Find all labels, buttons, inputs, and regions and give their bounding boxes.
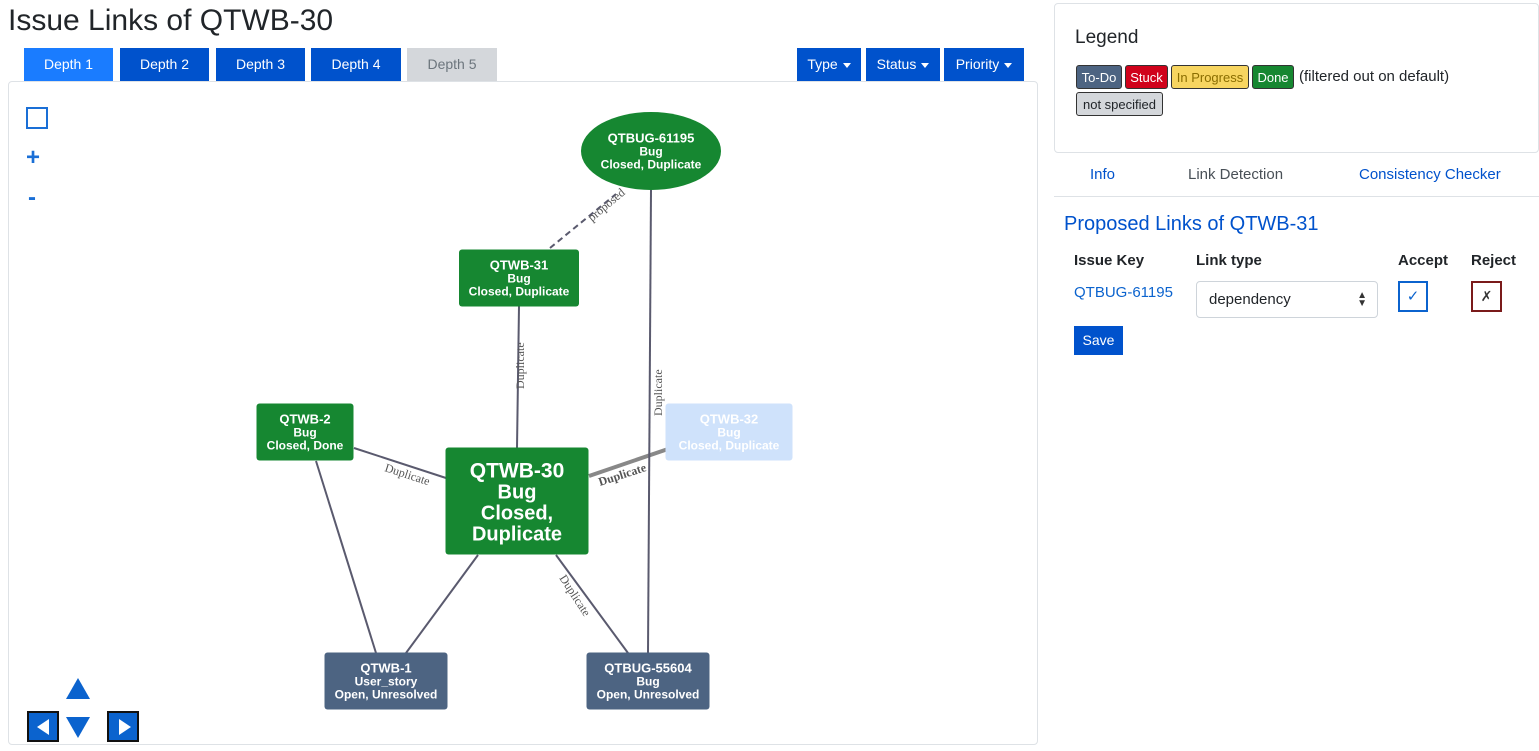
pan-down-icon[interactable] bbox=[66, 717, 90, 738]
edge-label: Duplicate bbox=[651, 369, 665, 416]
zoom-out-icon[interactable]: - bbox=[28, 186, 36, 210]
node-label: Closed, Duplicate bbox=[679, 439, 780, 453]
node-label: QTWB-2 bbox=[279, 412, 330, 427]
pan-left-button[interactable] bbox=[27, 711, 59, 742]
node-qtwb-32[interactable]: QTWB-32BugClosed, Duplicate bbox=[665, 403, 793, 461]
edge-label: Duplicate bbox=[556, 572, 593, 619]
node-label: Closed, Duplicate bbox=[469, 285, 570, 299]
link-type-value: dependency bbox=[1209, 291, 1291, 308]
tab-link-detection[interactable]: Link Detection bbox=[1188, 166, 1283, 183]
edge-QTWB-30-QTWB-1[interactable] bbox=[405, 554, 479, 654]
node-qtbug-61195[interactable]: QTBUG-61195BugClosed, Duplicate bbox=[581, 112, 721, 190]
node-label: Closed, Duplicate bbox=[601, 158, 702, 172]
node-label: QTBUG-55604 bbox=[604, 661, 692, 676]
issue-link-graph[interactable]: proposed Duplicate Duplicate Duplicate Dupli… bbox=[0, 0, 1040, 751]
edge-QTBUG-61195-QTBUG-55604[interactable] bbox=[647, 189, 652, 654]
proposed-links-title: Proposed Links of QTWB-31 bbox=[1064, 213, 1319, 235]
pan-up-icon[interactable] bbox=[66, 678, 90, 699]
edge-label: Duplicate bbox=[513, 342, 527, 389]
tab-info[interactable]: Info bbox=[1090, 166, 1115, 183]
node-qtbug-55604[interactable]: QTBUG-55604BugOpen, Unresolved bbox=[586, 652, 710, 710]
header-link-type: Link type bbox=[1196, 252, 1262, 269]
header-accept: Accept bbox=[1398, 252, 1449, 269]
node-label: QTWB-31 bbox=[490, 258, 549, 273]
node-label: Bug bbox=[507, 272, 530, 286]
tab-consistency-checker[interactable]: Consistency Checker bbox=[1359, 166, 1501, 183]
node-qtwb-2[interactable]: QTWB-2BugClosed, Done bbox=[256, 403, 354, 461]
node-label: Bug bbox=[639, 145, 662, 159]
node-label: User_story bbox=[355, 675, 418, 689]
node-label: Open, Unresolved bbox=[597, 688, 700, 702]
legend-card: Legend To-Do Stuck In Progress Done (fil… bbox=[1054, 3, 1539, 153]
legend-title: Legend bbox=[1075, 27, 1139, 48]
header-reject: Reject bbox=[1471, 252, 1517, 269]
node-qtwb-1[interactable]: QTWB-1User_storyOpen, Unresolved bbox=[324, 652, 448, 710]
badge-in-progress: In Progress bbox=[1171, 65, 1249, 89]
node-label: Bug bbox=[498, 482, 537, 504]
node-label: QTWB-32 bbox=[700, 412, 759, 427]
edge-QTWB-30-QTBUG-55604[interactable] bbox=[555, 554, 629, 654]
edge-label: proposed bbox=[585, 185, 628, 224]
arrow-right-icon bbox=[119, 719, 131, 735]
node-qtwb-31[interactable]: QTWB-31BugClosed, Duplicate bbox=[459, 249, 579, 307]
node-label: QTBUG-61195 bbox=[608, 131, 695, 146]
accept-button[interactable]: ✓ bbox=[1398, 281, 1428, 312]
badge-stuck: Stuck bbox=[1125, 65, 1168, 89]
badge-todo: To-Do bbox=[1076, 65, 1122, 89]
node-label: Bug bbox=[636, 675, 659, 689]
node-label: QTWB-1 bbox=[360, 661, 411, 676]
node-label: Bug bbox=[717, 426, 740, 440]
header-issue-key: Issue Key bbox=[1074, 252, 1145, 269]
zoom-in-icon[interactable]: + bbox=[26, 146, 40, 170]
node-label: QTWB-30 bbox=[470, 460, 565, 483]
select-arrows-icon: ▲ ▼ bbox=[1357, 290, 1367, 309]
save-button[interactable]: Save bbox=[1074, 326, 1123, 355]
info-tabs: Info Link Detection Consistency Checker bbox=[1054, 158, 1539, 197]
node-qtwb-30[interactable]: QTWB-30BugClosed,Duplicate bbox=[445, 447, 589, 555]
node-label: Bug bbox=[293, 426, 316, 440]
node-label: Closed, bbox=[481, 503, 553, 525]
edge-QTWB-2-QTWB-1[interactable] bbox=[315, 460, 377, 654]
node-label: Closed, Done bbox=[267, 439, 344, 453]
badge-not-specified: not specified bbox=[1076, 92, 1163, 116]
arrow-left-icon bbox=[37, 719, 49, 735]
node-label: Duplicate bbox=[472, 524, 562, 546]
badge-done: Done bbox=[1252, 65, 1294, 89]
legend-note: (filtered out on default) bbox=[1299, 68, 1450, 85]
fit-to-screen-icon[interactable] bbox=[26, 107, 48, 129]
pan-right-button[interactable] bbox=[107, 711, 139, 742]
reject-button[interactable]: ✗ bbox=[1471, 281, 1502, 312]
node-label: Open, Unresolved bbox=[335, 688, 438, 702]
link-type-select[interactable]: dependency ▲ ▼ bbox=[1196, 281, 1378, 318]
issue-key-link[interactable]: QTBUG-61195 bbox=[1074, 284, 1173, 301]
